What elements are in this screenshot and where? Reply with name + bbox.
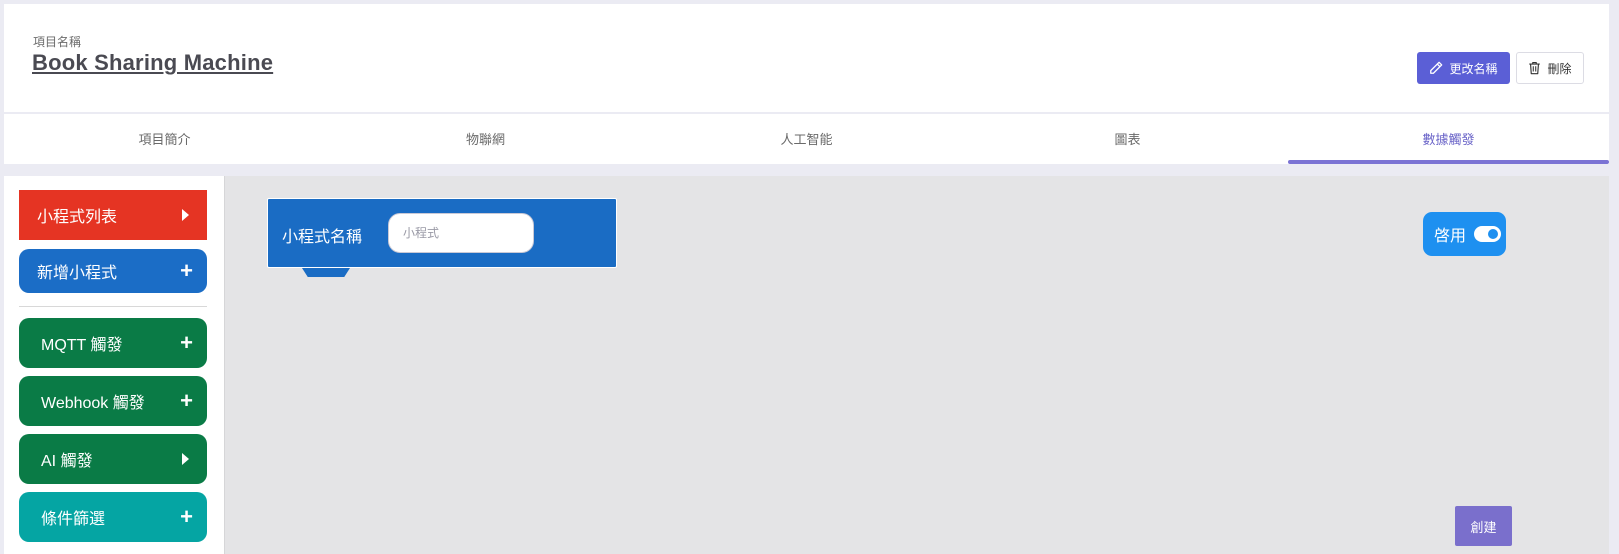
sidebar-item-label: 條件篩選 <box>41 511 106 528</box>
rename-label: 更改名稱 <box>1449 61 1498 76</box>
block-palette-sidebar: 小程式列表 新增小程式 + MQTT 觸發 + Webhook 觸發 + AI … <box>4 176 224 554</box>
project-name-label: 項目名稱 <box>33 35 82 49</box>
sidebar-item-label: MQTT 觸發 <box>41 337 123 354</box>
delete-button[interactable]: 刪除 <box>1516 52 1584 84</box>
project-title[interactable]: Book Sharing Machine <box>32 50 273 76</box>
plus-icon: + <box>180 388 193 413</box>
toggle-switch-icon <box>1474 226 1502 242</box>
plus-icon: + <box>180 504 193 529</box>
plus-icon: + <box>180 330 193 355</box>
tab-overview[interactable]: 項目簡介 <box>4 114 325 164</box>
sidebar-item-condition-filter[interactable]: 條件篩選 + <box>19 492 207 542</box>
sidebar-item-mqtt-trigger[interactable]: MQTT 觸發 + <box>19 318 207 368</box>
tab-charts[interactable]: 圖表 <box>967 114 1288 164</box>
sidebar-item-ai-trigger[interactable]: AI 觸發 <box>19 434 207 484</box>
enable-toggle[interactable]: 啓用 <box>1423 212 1506 256</box>
sidebar-item-webhook-trigger[interactable]: Webhook 觸發 + <box>19 376 207 426</box>
triangle-right-icon <box>182 453 189 465</box>
program-name-input[interactable] <box>388 213 534 253</box>
sidebar-item-label: 新增小程式 <box>37 265 118 282</box>
delete-label: 刪除 <box>1547 61 1572 76</box>
triangle-right-icon <box>182 209 189 221</box>
workspace-canvas[interactable]: 小程式名稱 啓用 創建 <box>224 176 1609 554</box>
sidebar-item-label: Webhook 觸發 <box>41 395 145 412</box>
project-header: 項目名稱 Book Sharing Machine 更改名稱 刪除 <box>4 4 1609 112</box>
sidebar-divider <box>19 306 207 307</box>
tab-data-trigger[interactable]: 數據觸發 <box>1288 114 1609 164</box>
sidebar-item-label: 小程式列表 <box>37 209 118 226</box>
sidebar-item-new-program[interactable]: 新增小程式 + <box>19 249 207 293</box>
block-connector-notch <box>302 268 350 277</box>
sidebar-item-program-list[interactable]: 小程式列表 <box>19 190 207 240</box>
tab-iot[interactable]: 物聯網 <box>325 114 646 164</box>
rename-button[interactable]: 更改名稱 <box>1417 52 1510 84</box>
pencil-icon <box>1430 61 1443 74</box>
sidebar-item-label: AI 觸發 <box>41 453 93 470</box>
enable-label: 啓用 <box>1434 228 1467 245</box>
tab-ai[interactable]: 人工智能 <box>646 114 967 164</box>
program-name-label: 小程式名稱 <box>282 229 363 246</box>
create-button[interactable]: 創建 <box>1455 506 1512 546</box>
tab-bar: 項目簡介 物聯網 人工智能 圖表 數據觸發 <box>4 114 1609 164</box>
trash-icon <box>1529 62 1541 75</box>
plus-icon: + <box>180 258 193 283</box>
program-name-block[interactable]: 小程式名稱 <box>267 198 617 268</box>
